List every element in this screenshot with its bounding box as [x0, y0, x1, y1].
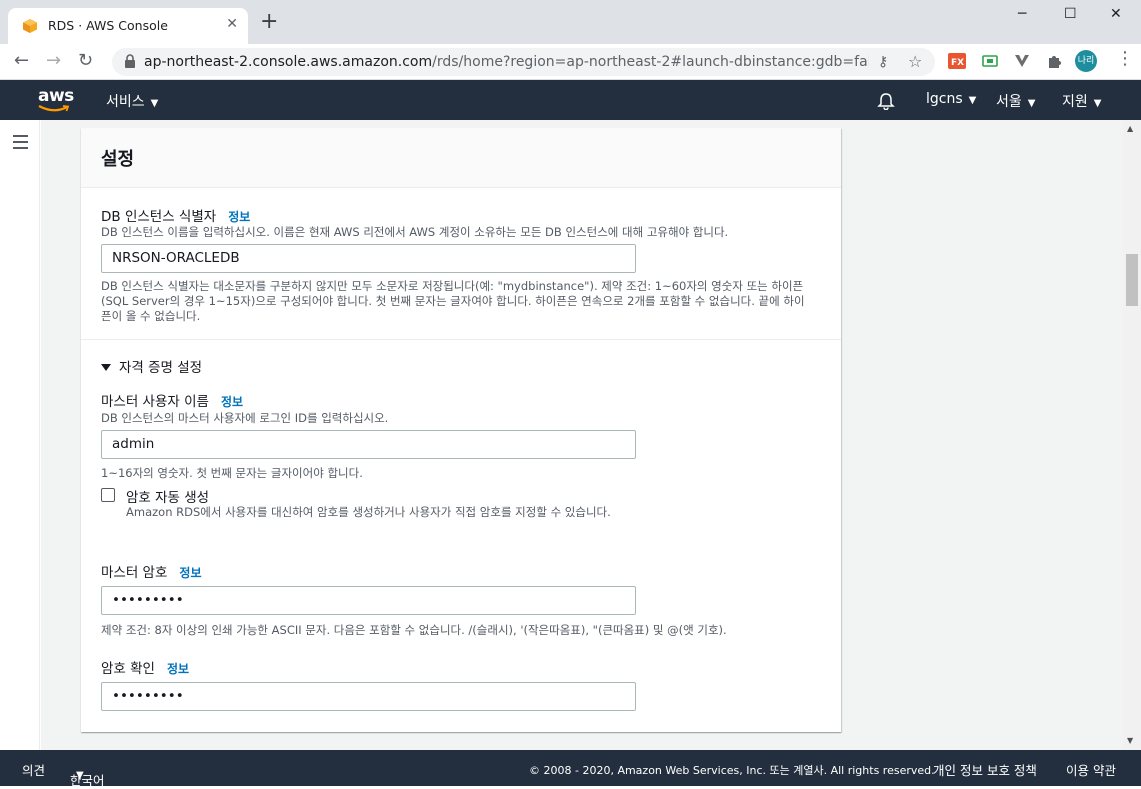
copyright-text: © 2008 - 2020, Amazon Web Services, Inc.…	[529, 764, 935, 777]
auto-password-description: Amazon RDS에서 사용자를 대신하여 암호를 생성하거나 사용자가 직접…	[126, 505, 611, 519]
bell-icon[interactable]	[877, 92, 895, 110]
extension-v-icon[interactable]	[1014, 53, 1030, 69]
master-username-label: 마스터 사용자 이름 정보	[101, 394, 244, 410]
aws-logo[interactable]: aws	[38, 86, 74, 112]
support-menu[interactable]: 지원 ▼	[1062, 91, 1101, 111]
master-username-description: DB 인스턴스의 마스터 사용자에 로그인 ID를 입력하십시오.	[101, 411, 389, 425]
close-tab-icon[interactable]: ✕	[226, 16, 238, 32]
master-username-info-link[interactable]: 정보	[221, 395, 243, 409]
settings-panel: 설정 DB 인스턴스 식별자 정보 DB 인스턴스 이름을 입력하십시오. 이름은…	[81, 128, 841, 732]
forward-icon[interactable]: →	[46, 50, 61, 71]
extension-screen-icon[interactable]	[982, 53, 998, 69]
maximize-icon[interactable]: ☐	[1064, 6, 1077, 22]
confirm-password-info-link[interactable]: 정보	[167, 662, 189, 676]
master-password-info-link[interactable]: 정보	[179, 566, 201, 580]
aws-smile-icon	[38, 105, 70, 112]
caret-down-icon: ▼	[76, 770, 84, 781]
browser-toolbar: ← → ↻ ap-northeast-2.console.aws.amazon.…	[0, 44, 1141, 80]
hamburger-menu-icon[interactable]	[13, 135, 28, 153]
caret-down-icon: ▼	[1093, 98, 1102, 109]
extension-fx-icon[interactable]: FX	[948, 53, 966, 69]
lock-icon	[125, 54, 135, 68]
panel-header: 설정	[81, 128, 841, 188]
key-icon[interactable]: ⚷	[878, 54, 888, 70]
scroll-down-icon[interactable]: ▼	[1127, 736, 1133, 745]
browser-tabstrip: RDS · AWS Console ✕ + ─ ☐ ✕	[0, 0, 1141, 44]
master-username-constraint: 1~16자의 영숫자. 첫 번째 문자는 글자이어야 합니다.	[101, 466, 363, 480]
extensions-puzzle-icon[interactable]	[1046, 53, 1062, 69]
auto-password-checkbox[interactable]	[101, 488, 115, 502]
scrollbar-thumb[interactable]	[1126, 254, 1138, 306]
profile-avatar[interactable]: 나리	[1075, 50, 1097, 72]
master-password-constraint: 제약 조건: 8자 이상의 인쇄 가능한 ASCII 문자. 다음은 포함할 수…	[101, 623, 727, 637]
credentials-section-toggle[interactable]: 자격 증명 설정	[101, 356, 202, 376]
privacy-policy-link[interactable]: 개인 정보 보호 정책	[933, 760, 1037, 779]
auto-password-label: 암호 자동 생성	[126, 490, 210, 506]
back-icon[interactable]: ←	[14, 50, 29, 71]
new-tab-button[interactable]: +	[260, 11, 278, 33]
url-text: ap-northeast-2.console.aws.amazon.com/rd…	[144, 54, 869, 70]
close-window-icon[interactable]: ✕	[1110, 6, 1122, 22]
panel-title: 설정	[101, 149, 135, 170]
side-nav	[0, 120, 40, 750]
master-password-label: 마스터 암호 정보	[101, 565, 202, 581]
db-identifier-label: DB 인스턴스 식별자 정보	[101, 209, 251, 225]
chrome-menu-icon[interactable]: ⋮	[1116, 48, 1134, 69]
terms-link[interactable]: 이용 약관	[1066, 760, 1116, 779]
master-username-input[interactable]: admin	[101, 430, 636, 459]
scroll-up-icon[interactable]: ▲	[1127, 124, 1133, 133]
browser-tab[interactable]: RDS · AWS Console ✕	[8, 8, 248, 44]
db-identifier-description: DB 인스턴스 이름을 입력하십시오. 이름은 현재 AWS 리전에서 AWS …	[101, 225, 729, 239]
account-menu[interactable]: lgcns ▼	[926, 91, 976, 107]
main-content: 설정 DB 인스턴스 식별자 정보 DB 인스턴스 이름을 입력하십시오. 이름은…	[41, 120, 1123, 750]
db-identifier-info-link[interactable]: 정보	[228, 210, 250, 224]
region-menu[interactable]: 서울 ▼	[996, 91, 1035, 111]
svg-text:FX: FX	[951, 58, 964, 68]
expand-triangle-icon	[101, 364, 111, 371]
services-menu[interactable]: 서비스 ▼	[106, 91, 158, 111]
page-scrollbar[interactable]: ▲ ▼	[1123, 120, 1141, 750]
db-identifier-constraint: DB 인스턴스 식별자는 대소문자를 구분하지 않지만 모두 소문자로 저장됩니…	[101, 279, 805, 323]
caret-down-icon: ▼	[150, 98, 159, 109]
minimize-icon[interactable]: ─	[1018, 6, 1026, 22]
confirm-password-label: 암호 확인 정보	[101, 661, 190, 677]
aws-footer: 의견 한국어 ▼ © 2008 - 2020, Amazon Web Servic…	[0, 750, 1141, 788]
feedback-link[interactable]: 의견	[22, 760, 45, 779]
aws-header: aws 서비스 ▼ lgcns ▼ 서울 ▼ 지원 ▼	[0, 80, 1141, 120]
address-bar[interactable]: ap-northeast-2.console.aws.amazon.com/rd…	[112, 48, 935, 76]
db-identifier-input[interactable]: NRSON-ORACLEDB	[101, 244, 636, 273]
confirm-password-input[interactable]: •••••••••	[101, 682, 636, 711]
bookmark-star-icon[interactable]: ☆	[908, 52, 922, 71]
aws-cube-icon	[23, 19, 37, 33]
caret-down-icon: ▼	[1027, 98, 1036, 109]
section-divider	[81, 339, 841, 340]
caret-down-icon: ▼	[968, 95, 977, 106]
tab-title: RDS · AWS Console	[48, 18, 168, 33]
reload-icon[interactable]: ↻	[78, 50, 93, 71]
master-password-input[interactable]: •••••••••	[101, 586, 636, 615]
